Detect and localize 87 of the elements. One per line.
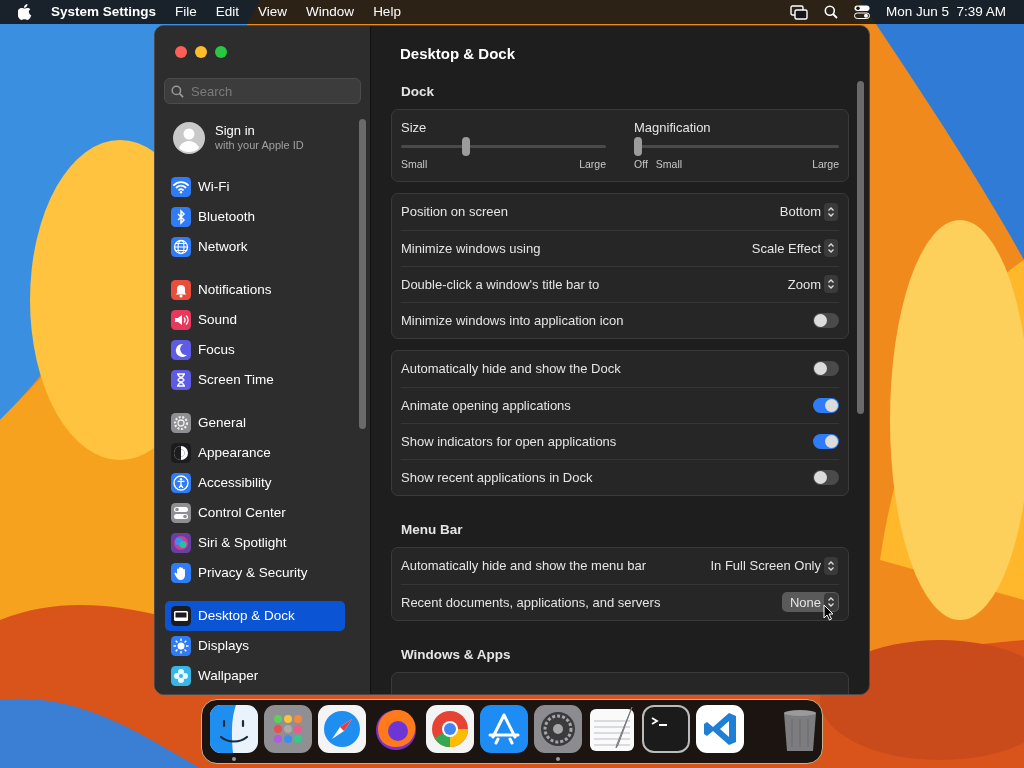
toggle-switch[interactable] — [813, 397, 839, 413]
toggles-icon[interactable] — [853, 5, 870, 19]
notepad-icon[interactable] — [588, 704, 636, 753]
popup-button[interactable]: Scale Effect — [743, 238, 839, 259]
sidebar-item[interactable]: Privacy & Security — [165, 558, 345, 588]
up-down-chevron-icon — [824, 202, 838, 221]
popup-button[interactable]: Bottom — [771, 201, 839, 222]
menu-item[interactable]: Edit — [215, 1, 240, 23]
slider-label: Size — [401, 119, 428, 135]
setting-label: Minimize windows into application icon — [401, 311, 624, 330]
sidebar-item[interactable]: Accessibility — [165, 468, 345, 498]
toggle-switch[interactable] — [813, 433, 839, 449]
menu-item[interactable]: View — [258, 1, 288, 23]
face-icon[interactable] — [210, 704, 258, 753]
setting-label: Position on screen — [401, 203, 508, 221]
slider[interactable] — [634, 136, 839, 156]
tick-label: Small — [655, 157, 683, 172]
grid-icon[interactable] — [264, 704, 312, 753]
avatar-icon — [173, 122, 205, 154]
gear-icon[interactable] — [534, 704, 582, 753]
account-subtitle: with your Apple ID — [215, 138, 304, 153]
setting-label: Double-click a window's title bar to — [401, 275, 600, 294]
scrollbar[interactable] — [359, 119, 366, 429]
section-heading: Menu Bar — [400, 520, 464, 539]
zoom-button[interactable] — [215, 46, 227, 58]
section-heading: Dock — [400, 82, 435, 101]
sidebar-item[interactable]: Screen Time — [165, 365, 345, 395]
menu-item[interactable]: Window — [306, 1, 355, 23]
popup-button[interactable]: In Full Screen Only — [702, 555, 839, 576]
setting-label: Minimize windows using — [401, 239, 541, 258]
account-row[interactable]: Sign in with your Apple ID — [173, 119, 370, 157]
apple-logo-icon[interactable] — [18, 4, 32, 20]
up-down-chevron-icon — [824, 556, 838, 575]
pointer-icon — [823, 604, 834, 621]
a-shape-icon[interactable] — [480, 704, 528, 753]
sidebar-item[interactable]: Sound — [165, 305, 345, 335]
search-field[interactable]: Search — [164, 78, 361, 104]
sidebar-item[interactable]: Network — [165, 232, 345, 262]
sidebar-item[interactable]: Wallpaper — [165, 661, 345, 691]
toggle-switch[interactable] — [813, 469, 839, 485]
sidebar-item[interactable]: Bluetooth — [165, 202, 345, 232]
setting-label: Recent documents, applications, and servers — [401, 593, 661, 612]
sidebar-item[interactable]: General — [165, 408, 345, 438]
setting-label: Show recent applications in Dock — [401, 468, 593, 487]
sidebar-item[interactable]: Notifications — [165, 275, 345, 305]
tick-label: Off — [634, 157, 648, 172]
setting-label: Automatically hide and show the menu bar — [401, 557, 646, 575]
setting-label: Automatically hide and show the Dock — [401, 360, 621, 378]
section-heading: Windows & Apps — [400, 645, 512, 664]
minimize-button[interactable] — [195, 46, 207, 58]
terminal-icon[interactable] — [642, 704, 690, 753]
search-icon[interactable] — [823, 5, 838, 19]
chrome-icon[interactable] — [426, 704, 474, 753]
setting-label: Animate opening applications — [401, 396, 571, 415]
up-down-chevron-icon — [824, 593, 838, 612]
slider[interactable] — [401, 136, 606, 156]
sidebar-item[interactable]: Siri & Spotlight — [165, 528, 345, 558]
account-title: Sign in — [215, 123, 256, 138]
slider-thumb[interactable] — [462, 137, 471, 156]
up-down-chevron-icon — [824, 275, 838, 294]
toggle-switch[interactable] — [813, 312, 839, 328]
slider-thumb[interactable] — [634, 137, 642, 156]
clock[interactable]: Mon Jun 5 7:39 AM — [885, 1, 1006, 23]
sidebar-item[interactable]: Displays — [165, 631, 345, 661]
tick-label: Large — [579, 157, 606, 172]
app-name[interactable]: System Settings — [51, 1, 157, 23]
close-button[interactable] — [175, 46, 187, 58]
up-down-chevron-icon — [824, 239, 838, 258]
toggle-switch[interactable] — [813, 361, 839, 377]
sidebar-item[interactable]: Focus — [165, 335, 345, 365]
popup-button[interactable]: None — [781, 592, 839, 613]
popup-button[interactable]: Zoom — [779, 274, 839, 295]
sidebar-item[interactable]: Appearance — [165, 438, 345, 468]
search-icon — [171, 85, 184, 98]
sidebar-item[interactable]: Desktop & Dock — [165, 601, 345, 631]
sidebar-item[interactable]: Wi-Fi — [165, 172, 345, 202]
windows-icon[interactable] — [789, 4, 808, 20]
compass-icon[interactable] — [318, 704, 366, 753]
tick-label: Large — [812, 157, 839, 172]
menu-item[interactable]: Help — [373, 1, 401, 23]
slider-label: Magnification — [634, 119, 712, 135]
tick-label: Small — [401, 157, 428, 172]
setting-label: Show indicators for open applications — [401, 432, 617, 451]
menu-item[interactable]: File — [175, 1, 197, 23]
sidebar-item[interactable]: Control Center — [165, 498, 345, 528]
window-title: Desktop & Dock — [400, 44, 516, 64]
scrollbar[interactable] — [857, 81, 864, 414]
